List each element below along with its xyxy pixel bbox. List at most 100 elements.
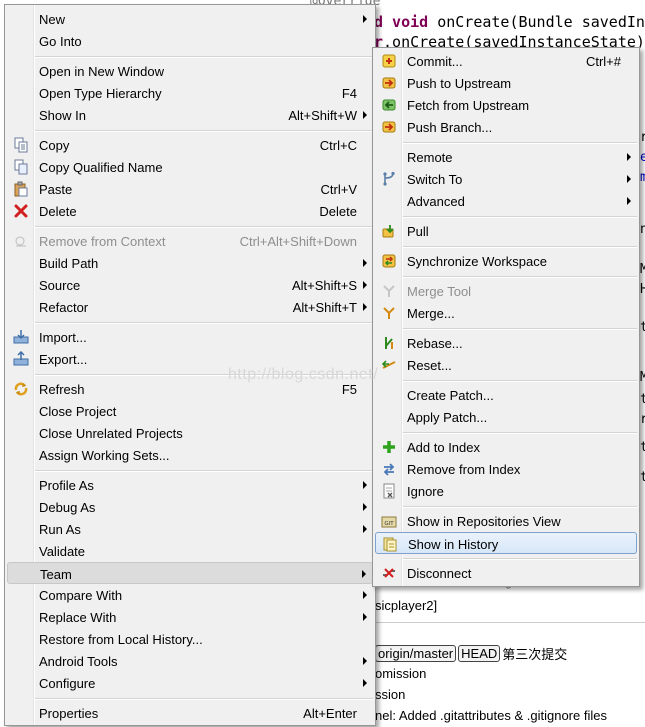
menu-item-label: Advanced	[407, 194, 465, 209]
submenu-arrow-icon	[363, 111, 367, 119]
menu-separator	[35, 322, 373, 324]
menu-item-paste[interactable]: Paste Ctrl+V	[7, 178, 373, 200]
menu-item-advanced[interactable]: Advanced	[375, 190, 637, 212]
menu-item-new[interactable]: New	[7, 8, 373, 30]
menu-separator	[35, 56, 373, 58]
menu-separator	[35, 226, 373, 228]
menu-item-synchronize-workspace[interactable]: Synchronize Workspace	[375, 250, 637, 272]
menu-separator	[403, 246, 637, 248]
menu-item-commit[interactable]: Commit... Ctrl+#	[375, 50, 637, 72]
menu-item-disconnect[interactable]: Disconnect	[375, 562, 637, 584]
menu-item-label: Rebase...	[407, 336, 463, 351]
menu-item-merge[interactable]: Merge...	[375, 302, 637, 324]
menu-item-refresh[interactable]: Refresh F5	[7, 378, 373, 400]
menu-item-open-type-hierarchy[interactable]: Open Type Hierarchy F4	[7, 82, 373, 104]
menu-item-copy[interactable]: Copy Ctrl+C	[7, 134, 373, 156]
menu-item-label: Open Type Hierarchy	[39, 86, 162, 101]
menu-item-fetch-upstream[interactable]: Fetch from Upstream	[375, 94, 637, 116]
paste-icon	[14, 181, 28, 197]
menu-item-ignore[interactable]: Ignore	[375, 480, 637, 502]
menu-item-shortcut: Ctrl+V	[320, 182, 357, 197]
menu-item-label: Synchronize Workspace	[407, 254, 547, 269]
repository-icon: GIT	[381, 516, 397, 528]
menu-item-show-in-history[interactable]: Show in History	[375, 532, 637, 554]
menu-item-compare-with[interactable]: Compare With	[7, 584, 373, 606]
code-sliver: t	[640, 470, 645, 485]
import-icon	[13, 330, 29, 344]
menu-item-go-into[interactable]: Go Into	[7, 30, 373, 52]
menu-item-export[interactable]: Export...	[7, 348, 373, 370]
menu-item-build-path[interactable]: Build Path	[7, 252, 373, 274]
menu-item-import[interactable]: Import...	[7, 326, 373, 348]
commit-row[interactable]: nel: Added .gitattributes & .gitignore f…	[375, 708, 607, 723]
submenu-arrow-icon	[627, 175, 631, 183]
code-text: onCreate(Bundle savedIn	[428, 13, 645, 31]
commit-row[interactable]: omission	[375, 666, 426, 681]
menu-item-refactor[interactable]: Refactor Alt+Shift+T	[7, 296, 373, 318]
menu-item-android-tools[interactable]: Android Tools	[7, 650, 373, 672]
menu-item-shortcut: F4	[341, 86, 357, 101]
menu-item-profile-as[interactable]: Profile As	[7, 474, 373, 496]
menu-item-shortcut: Ctrl+C	[319, 138, 357, 153]
menu-item-show-in-repositories[interactable]: GIT Show in Repositories View	[375, 510, 637, 532]
menu-item-label: Close Project	[39, 404, 117, 419]
menu-separator	[403, 558, 637, 560]
menu-item-push-branch[interactable]: Push Branch...	[375, 116, 637, 138]
push-icon	[382, 77, 396, 89]
menu-item-label: Restore from Local History...	[39, 632, 203, 647]
menu-item-remove-from-index[interactable]: Remove from Index	[375, 458, 637, 480]
submenu-arrow-icon	[363, 281, 367, 289]
code-sliver: n	[640, 222, 645, 237]
remove-index-icon	[383, 463, 395, 476]
menu-item-label: Copy Qualified Name	[39, 160, 163, 175]
repository-label: sicplayer2]	[375, 598, 438, 613]
menu-item-apply-patch[interactable]: Apply Patch...	[375, 406, 637, 428]
menu-item-delete[interactable]: Delete Delete	[7, 200, 373, 222]
commit-message: 第三次提交	[502, 647, 568, 662]
menu-item-copy-qualified-name[interactable]: Copy Qualified Name	[7, 156, 373, 178]
menu-item-label: Copy	[39, 138, 70, 153]
menu-item-restore-local-history[interactable]: Restore from Local History...	[7, 628, 373, 650]
commit-row[interactable]: ssion	[375, 687, 405, 702]
menu-item-close-project[interactable]: Close Project	[7, 400, 373, 422]
submenu-arrow-icon	[363, 591, 367, 599]
menu-item-label: Paste	[39, 182, 73, 197]
menu-item-run-as[interactable]: Run As	[7, 518, 373, 540]
menu-item-remove-from-context[interactable]: Remove from Context Ctrl+Alt+Shift+Down	[7, 230, 373, 252]
menu-item-label: Remote	[407, 150, 453, 165]
menu-item-label: Switch To	[407, 172, 463, 187]
menu-item-configure[interactable]: Configure	[7, 672, 373, 694]
menu-item-remote[interactable]: Remote	[375, 146, 637, 168]
menu-item-label: Refactor	[39, 300, 89, 315]
merge-tool-icon	[383, 285, 395, 297]
code-sliver: e	[640, 150, 645, 165]
menu-item-switch-to[interactable]: Switch To	[375, 168, 637, 190]
pull-icon	[382, 225, 394, 238]
menu-item-validate[interactable]: Validate	[7, 540, 373, 562]
code-sliver: t	[640, 320, 645, 335]
menu-item-push-upstream[interactable]: Push to Upstream	[375, 72, 637, 94]
menu-item-open-new-window[interactable]: Open in New Window	[7, 60, 373, 82]
head-tag: HEAD	[458, 645, 501, 662]
menu-item-merge-tool[interactable]: Merge Tool	[375, 280, 637, 302]
menu-item-debug-as[interactable]: Debug As	[7, 496, 373, 518]
menu-item-team[interactable]: Team	[7, 562, 373, 584]
menu-item-pull[interactable]: Pull	[375, 220, 637, 242]
menu-item-assign-working-sets[interactable]: Assign Working Sets...	[7, 444, 373, 466]
menu-item-label: New	[39, 12, 66, 27]
code-sliver: m	[640, 170, 645, 185]
submenu-arrow-icon	[627, 197, 631, 205]
menu-item-shortcut: Alt+Enter	[303, 706, 357, 721]
menu-item-show-in[interactable]: Show In Alt+Shift+W	[7, 104, 373, 126]
menu-separator	[403, 216, 637, 218]
menu-item-properties[interactable]: Properties Alt+Enter	[7, 702, 373, 724]
menu-item-reset[interactable]: Reset...	[375, 354, 637, 376]
menu-item-source[interactable]: Source Alt+Shift+S	[7, 274, 373, 296]
commit-row-head[interactable]: origin/master HEAD 第三次提交	[375, 644, 567, 663]
menu-item-close-unrelated[interactable]: Close Unrelated Projects	[7, 422, 373, 444]
menu-item-rebase[interactable]: Rebase...	[375, 332, 637, 354]
menu-item-add-to-index[interactable]: Add to Index	[375, 436, 637, 458]
menu-item-label: Replace With	[39, 610, 117, 625]
menu-item-replace-with[interactable]: Replace With	[7, 606, 373, 628]
menu-item-create-patch[interactable]: Create Patch...	[375, 384, 637, 406]
